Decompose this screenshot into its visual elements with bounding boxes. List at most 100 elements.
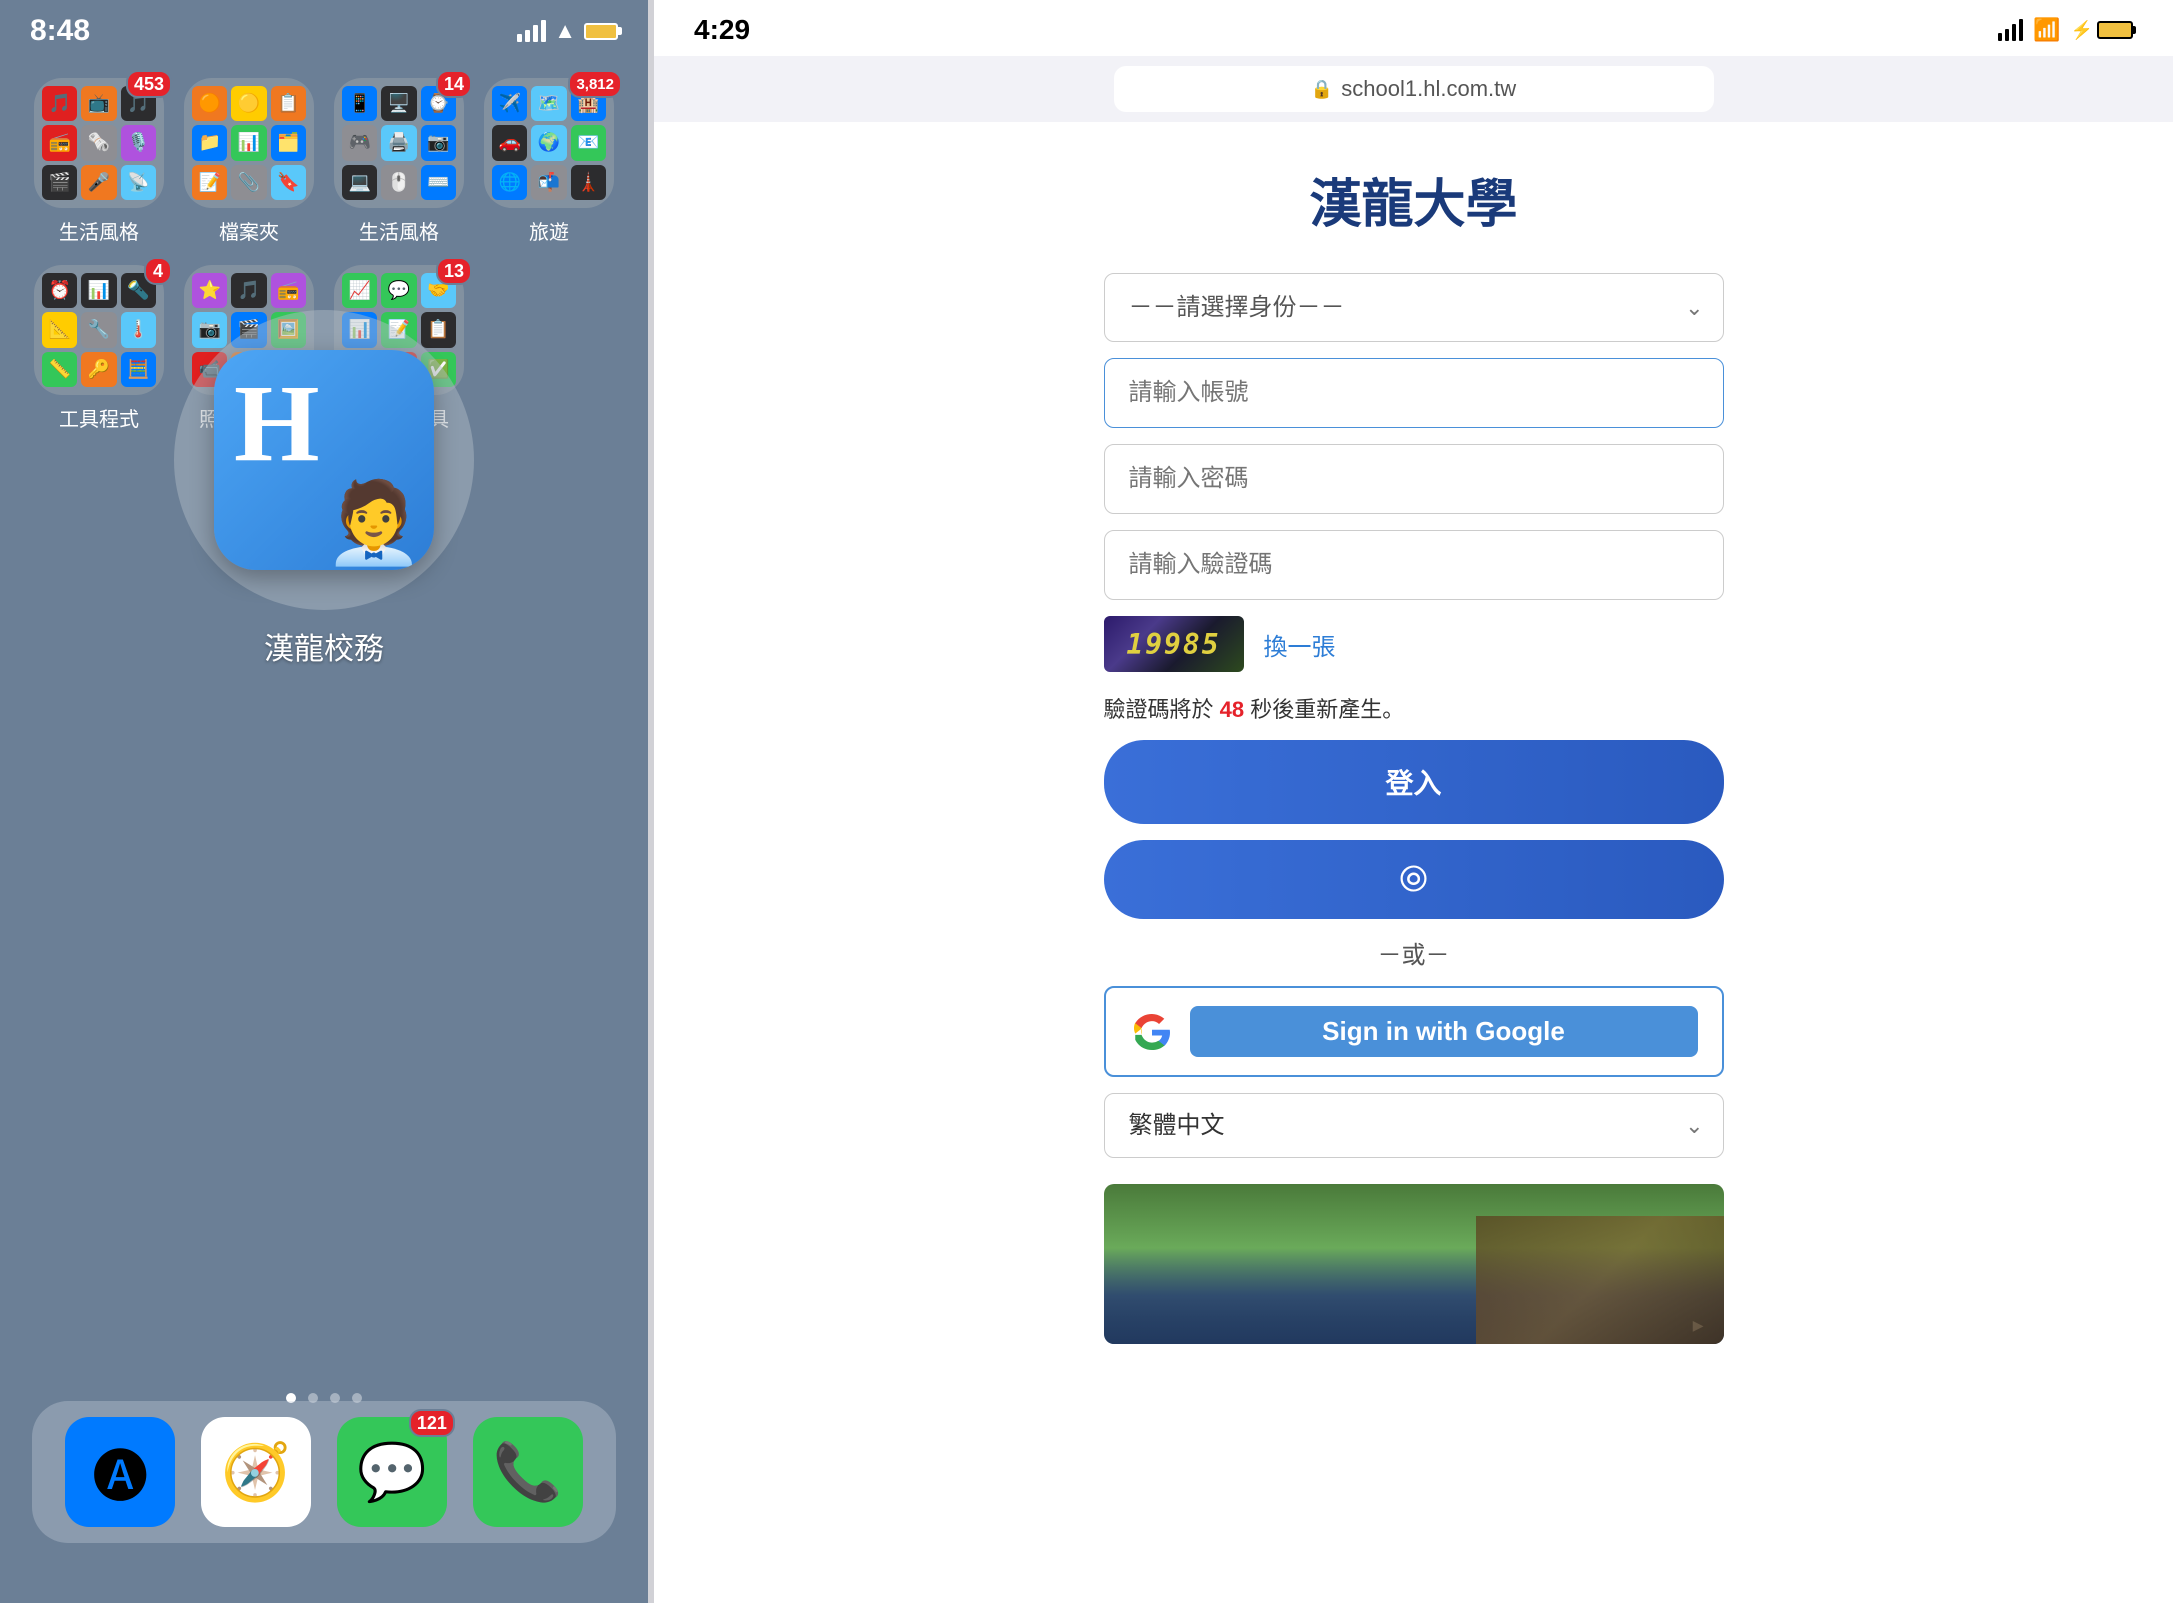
fi-7: 📝: [192, 165, 227, 200]
right-battery: ⚡: [2071, 20, 2133, 41]
f3-2: 🖥️: [381, 86, 416, 121]
folder-box-3[interactable]: 📱 🖥️ ⌚ 🎮 🖨️ 📷 💻 🖱️ ⌨️ 14: [334, 78, 464, 208]
badge-13: 13: [436, 257, 472, 285]
folder-icon-7: 🎬: [42, 165, 77, 200]
google-logo: [1130, 1010, 1174, 1054]
or-divider: －或－: [1104, 935, 1724, 970]
url-text: school1.hl.com.tw: [1341, 76, 1516, 102]
captcha-row: 19985 換一張: [1104, 616, 1724, 672]
folder-label-2: 檔案夾: [219, 216, 279, 245]
password-input[interactable]: [1104, 444, 1724, 514]
lock-icon: 🔒: [1311, 79, 1333, 100]
f5-1: ⏰: [42, 273, 77, 308]
folder-icon-2: 📺: [81, 86, 116, 121]
fi-5: 📊: [231, 125, 266, 160]
account-input[interactable]: [1104, 358, 1724, 428]
dock-messages[interactable]: 💬 121: [337, 1417, 447, 1527]
login-button[interactable]: 登入: [1104, 740, 1724, 824]
captcha-input[interactable]: [1104, 530, 1724, 600]
folder-box-1[interactable]: 🎵 📺 🎵 📻 🗞️ 🎙️ 🎬 🎤 📡 453: [34, 78, 164, 208]
campus-image: ▶: [1104, 1184, 1724, 1344]
wifi-icon: ▲: [554, 18, 576, 44]
dock-safari[interactable]: 🧭: [201, 1417, 311, 1527]
dock-app-store[interactable]: 🅐: [65, 1417, 175, 1527]
right-wifi-icon: 📶: [2033, 17, 2060, 43]
f3-1: 📱: [342, 86, 377, 121]
highlight-app[interactable]: H 🧑‍💼 漢龍校務: [174, 310, 474, 668]
folder-label-4: 旅遊: [529, 216, 569, 245]
folder-icon-6: 🎙️: [121, 125, 156, 160]
battery-icon: [584, 23, 618, 40]
f3-7: 💻: [342, 165, 377, 200]
f4-1: ✈️: [492, 86, 527, 121]
folder-travel[interactable]: ✈️ 🗺️ 🏨 🚗 🌍 📧 🌐 📬 🗼 3,812 旅遊: [479, 78, 619, 245]
folder-icon-1: 🎵: [42, 86, 77, 121]
folder-icon-8: 🎤: [81, 165, 116, 200]
f5-5: 🔧: [81, 312, 116, 347]
person-icon: 🧑‍💼: [324, 476, 424, 570]
browser-address-bar[interactable]: 🔒 school1.hl.com.tw: [654, 56, 2173, 122]
left-status-bar: 8:48 ▲: [0, 0, 648, 58]
dock-phone[interactable]: 📞: [473, 1417, 583, 1527]
f5-7: 📏: [42, 352, 77, 387]
university-title: 漢龍大學: [1309, 162, 1517, 237]
badge-4: 4: [144, 257, 172, 285]
language-select[interactable]: 繁體中文: [1104, 1093, 1724, 1158]
f5-9: 🧮: [121, 352, 156, 387]
f5-2: 📊: [81, 273, 116, 308]
url-display[interactable]: 🔒 school1.hl.com.tw: [1114, 66, 1714, 112]
f5-4: 📐: [42, 312, 77, 347]
left-phone-panel: 8:48 ▲ 🎵 📺 🎵 📻 🗞️ 🎙️ 🎬 🎤: [0, 0, 648, 1603]
identity-select[interactable]: －－請選擇身份－－: [1104, 273, 1724, 342]
google-signin-button[interactable]: Sign in with Google: [1104, 986, 1724, 1077]
identity-select-wrapper[interactable]: －－請選擇身份－－ ⌄: [1104, 273, 1724, 342]
login-form: －－請選擇身份－－ ⌄ 19985 換一張 驗證碼將於 48 秒後重: [1104, 273, 1724, 1344]
right-status-bar: 4:29 📶 ⚡: [654, 0, 2173, 56]
fi-4: 📁: [192, 125, 227, 160]
fi-3: 📋: [271, 86, 306, 121]
f3-6: 📷: [421, 125, 456, 160]
folder-icon-5: 🗞️: [81, 125, 116, 160]
highlight-circle: H 🧑‍💼: [174, 310, 474, 610]
f3-8: 🖱️: [381, 165, 416, 200]
right-time: 4:29: [694, 14, 750, 46]
f4-6: 📧: [571, 125, 606, 160]
f5-6: 🌡️: [121, 312, 156, 347]
biometric-button[interactable]: ⦾: [1104, 840, 1724, 919]
f5-8: 🔑: [81, 352, 116, 387]
web-content-area: 漢龍大學 －－請選擇身份－－ ⌄ 19985 換一張: [654, 122, 2173, 1603]
f4-9: 🗼: [571, 165, 606, 200]
fi-9: 🔖: [271, 165, 306, 200]
left-status-icons: ▲: [517, 18, 618, 44]
folder-life-style-1[interactable]: 🎵 📺 🎵 📻 🗞️ 🎙️ 🎬 🎤 📡 453 生活風格: [29, 78, 169, 245]
badge-14: 14: [436, 70, 472, 98]
folder-files[interactable]: 🟠 🟡 📋 📁 📊 🗂️ 📝 📎 🔖 檔案夾: [179, 78, 319, 245]
language-select-wrapper[interactable]: 繁體中文 ⌄: [1104, 1093, 1724, 1158]
f4-4: 🚗: [492, 125, 527, 160]
fi-2: 🟡: [231, 86, 266, 121]
folder-box-5[interactable]: ⏰ 📊 🔦 📐 🔧 🌡️ 📏 🔑 🧮 4: [34, 265, 164, 395]
left-time: 8:48: [30, 14, 90, 48]
folder-label-5: 工具程式: [59, 403, 139, 432]
refresh-captcha-link[interactable]: 換一張: [1264, 627, 1336, 662]
fingerprint-icon: ⦾: [1399, 858, 1428, 899]
right-status-icons: 📶 ⚡: [1998, 17, 2133, 43]
folder-box-4[interactable]: ✈️ 🗺️ 🏨 🚗 🌍 📧 🌐 📬 🗼 3,812: [484, 78, 614, 208]
f7-2: 💬: [381, 273, 416, 308]
dock: 🅐 🧭 💬 121 📞: [32, 1401, 615, 1543]
f6-1: ⭐: [192, 273, 227, 308]
captcha-image: 19985: [1104, 616, 1244, 672]
folder-life-style-2[interactable]: 📱 🖥️ ⌚ 🎮 🖨️ 📷 💻 🖱️ ⌨️ 14 生活風格: [329, 78, 469, 245]
hanlong-app-icon[interactable]: H 🧑‍💼: [214, 350, 434, 570]
google-signin-label: Sign in with Google: [1190, 1006, 1698, 1057]
f7-1: 📈: [342, 273, 377, 308]
right-phone-panel: 4:29 📶 ⚡ 🔒 school1.hl.com.tw 漢龍大學: [654, 0, 2173, 1603]
phone-icon: 📞: [493, 1439, 563, 1505]
folder-icon-9: 📡: [121, 165, 156, 200]
folder-box-2[interactable]: 🟠 🟡 📋 📁 📊 🗂️ 📝 📎 🔖: [184, 78, 314, 208]
f3-4: 🎮: [342, 125, 377, 160]
safari-icon: 🧭: [221, 1439, 291, 1505]
google-g-icon: [1134, 1014, 1170, 1050]
folder-tools[interactable]: ⏰ 📊 🔦 📐 🔧 🌡️ 📏 🔑 🧮 4 工具程式: [29, 265, 169, 432]
folder-label-1: 生活風格: [59, 216, 139, 245]
